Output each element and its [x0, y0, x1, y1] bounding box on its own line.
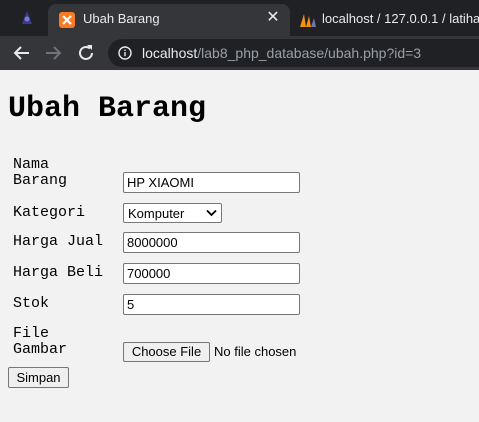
xampp-icon	[59, 12, 75, 28]
back-arrow-icon[interactable]	[10, 41, 34, 65]
nama-barang-label: Nama Barang	[13, 156, 68, 189]
reload-icon[interactable]	[74, 41, 98, 65]
stok-input[interactable]	[123, 294, 300, 315]
page-title: Ubah Barang	[8, 92, 207, 126]
chevron-down-icon	[206, 209, 217, 217]
page-content: Ubah Barang Nama Barang Kategori Kompute…	[0, 70, 479, 422]
tab-title: localhost / 127.0.0.1 / latihan1	[322, 11, 479, 26]
stok-label: Stok	[13, 295, 50, 312]
address-bar[interactable]: localhost/lab8_php_database/ubah.php?id=…	[108, 39, 479, 67]
browser-toolbar: localhost/lab8_php_database/ubah.php?id=…	[0, 36, 479, 70]
simpan-button[interactable]: Simpan	[8, 367, 69, 388]
file-gambar-label: File Gambar	[13, 325, 68, 358]
tab-strip: Ubah Barang ✕ localhost / 127.0.0.1 / la…	[0, 0, 479, 36]
phpmyadmin-icon	[300, 14, 316, 27]
kategori-label: Kategori	[13, 204, 86, 221]
tab-title: Ubah Barang	[83, 11, 160, 26]
harga-beli-label: Harga Beli	[13, 264, 104, 281]
harga-jual-input[interactable]	[123, 232, 300, 253]
harga-jual-label: Harga Jual	[13, 233, 104, 250]
kategori-select[interactable]: Komputer	[123, 203, 222, 223]
url-text: localhost/lab8_php_database/ubah.php?id=…	[142, 45, 422, 61]
info-icon[interactable]	[118, 46, 132, 60]
tab-search-icon[interactable]	[18, 9, 36, 27]
kategori-selected: Komputer	[128, 206, 185, 221]
tab-ubah-barang[interactable]: Ubah Barang ✕	[48, 4, 290, 36]
choose-file-button[interactable]: Choose File	[123, 342, 210, 362]
harga-beli-input[interactable]	[123, 263, 300, 284]
file-status-text: No file chosen	[214, 344, 297, 359]
nama-barang-input[interactable]	[123, 172, 300, 193]
tab-phpmyadmin[interactable]: localhost / 127.0.0.1 / latihan1	[292, 4, 479, 36]
forward-arrow-icon[interactable]	[41, 41, 65, 65]
close-tab-icon[interactable]: ✕	[264, 9, 282, 27]
